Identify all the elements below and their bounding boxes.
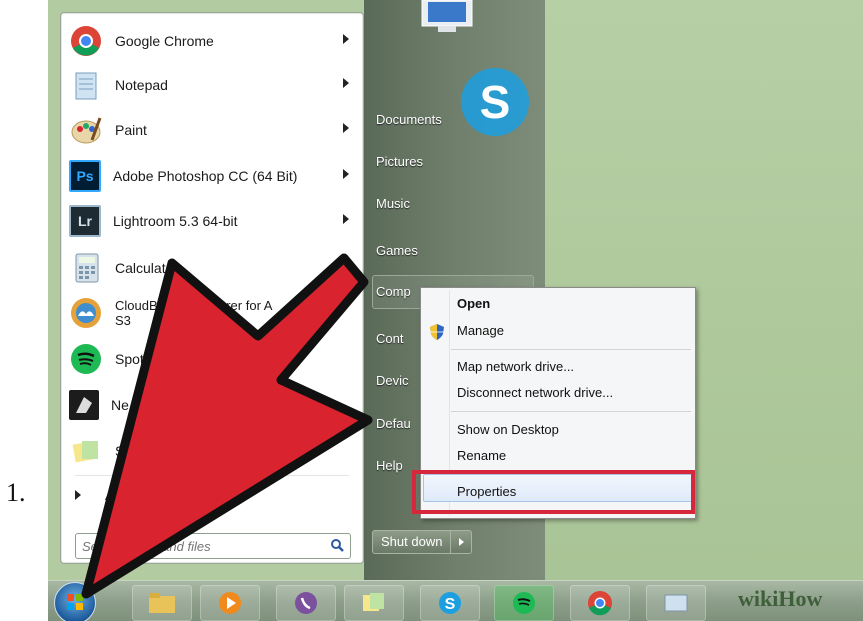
screenshot: S Documents Pictures Music Games Comp Co… (48, 0, 863, 621)
red-arrow-pointer (81, 253, 373, 599)
step-number: 1. (6, 478, 26, 507)
watermark-wiki: wiki (738, 586, 779, 611)
wikihow-watermark: wikiHow (738, 586, 822, 612)
watermark-how: How (778, 586, 823, 611)
